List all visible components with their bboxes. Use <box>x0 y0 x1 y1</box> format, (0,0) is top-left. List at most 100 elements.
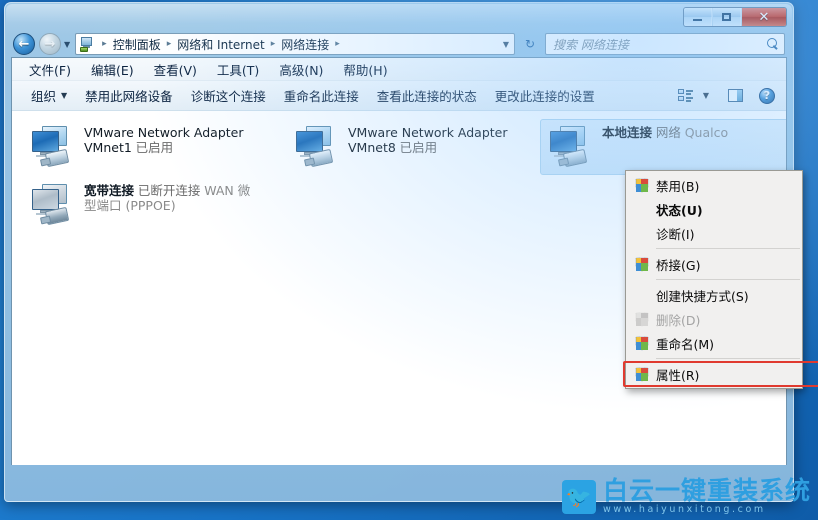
monitor-front-shape <box>32 131 59 152</box>
breadcrumb-separator-icon: ▸ <box>270 39 276 49</box>
view-icon-line <box>685 93 691 95</box>
context-menu-separator <box>656 358 800 359</box>
context-menu-item-rename[interactable]: 重命名(M) <box>626 331 802 355</box>
shield-icon <box>635 335 649 351</box>
context-menu-label: 删除(D) <box>656 312 701 328</box>
context-menu: 禁用(B) 状态(U) 诊断(I) 桥接(G) 创建快捷方式(S) 删除(D) … <box>623 170 818 389</box>
desktop-background: ✕ ← → ▼ ▸ 控制面板 ▸ 网络和 Internet ▸ 网络连接 ▸ ▼… <box>0 0 818 520</box>
menu-file[interactable]: 文件(F) <box>22 58 78 81</box>
breadcrumb-chevron-down-icon[interactable]: ▼ <box>503 40 509 49</box>
view-icon-square-top <box>677 89 684 94</box>
forward-button[interactable]: → <box>39 33 61 55</box>
list-item-text: 本地连接 网络 Qualco <box>602 124 784 140</box>
control-panel-icon <box>79 36 95 52</box>
shield-icon <box>635 311 649 327</box>
show-preview-pane-button[interactable] <box>722 85 748 107</box>
context-menu-separator <box>656 248 800 249</box>
list-item-text: VMware Network Adapter VMnet8 已启用 <box>348 124 522 155</box>
context-menu-label: 状态(U) <box>656 202 703 218</box>
network-adapter-icon <box>292 124 344 170</box>
title-bar: ✕ <box>11 3 787 31</box>
menu-icon-gutter <box>628 366 656 382</box>
breadcrumb-separator-icon: ▸ <box>335 39 340 49</box>
help-icon: ? <box>759 87 775 104</box>
list-item-selected[interactable]: 本地连接 网络 Qualco <box>540 119 786 175</box>
breadcrumb-item-network-internet[interactable]: 网络和 Internet <box>176 36 265 53</box>
menu-edit[interactable]: 编辑(E) <box>84 58 141 81</box>
list-item[interactable]: VMware Network Adapter VMnet8 已启用 <box>286 119 528 175</box>
context-menu-item-disable[interactable]: 禁用(B) <box>626 173 802 197</box>
shield-icon <box>635 177 649 193</box>
forward-arrow-icon: → <box>44 36 56 52</box>
command-toolbar: 组织 ▼ 禁用此网络设备 诊断这个连接 重命名此连接 查看此连接的状态 更改此连… <box>12 81 786 111</box>
search-icon <box>767 37 780 51</box>
view-status-button[interactable]: 查看此连接的状态 <box>368 83 486 108</box>
search-input[interactable]: 搜索 网络连接 <box>545 33 785 55</box>
menu-icon-gutter <box>628 256 656 272</box>
network-plug-icon <box>308 148 334 168</box>
context-menu-item-properties[interactable]: 属性(R) <box>623 361 818 387</box>
crumb-plug-shape <box>80 47 89 52</box>
minimize-icon <box>693 19 702 21</box>
menu-view[interactable]: 查看(V) <box>147 58 204 81</box>
change-settings-button[interactable]: 更改此连接的设置 <box>486 83 604 108</box>
connection-status: 已启用 <box>135 140 174 155</box>
context-menu-separator <box>656 279 800 280</box>
view-icon-square-bottom <box>677 96 684 101</box>
context-menu-label: 属性(R) <box>656 367 700 383</box>
change-view-button[interactable] <box>672 85 698 107</box>
breadcrumb-item-network-connections[interactable]: 网络连接 <box>280 36 330 53</box>
breadcrumb[interactable]: ▸ 控制面板 ▸ 网络和 Internet ▸ 网络连接 ▸ ▼ <box>75 33 515 55</box>
connection-status: 网络 <box>655 125 681 140</box>
list-item-text: 宽带连接 已断开连接 WAN 微型端口 (PPPOE) <box>84 182 258 213</box>
network-plug-icon <box>44 148 70 168</box>
network-adapter-icon <box>28 124 80 170</box>
change-view-dropdown[interactable]: ▼ <box>698 85 714 107</box>
breadcrumb-item-control-panel[interactable]: 控制面板 <box>112 36 162 53</box>
organize-button[interactable]: 组织 ▼ <box>22 83 76 108</box>
view-icon-line <box>685 90 693 92</box>
breadcrumb-separator-icon: ▸ <box>102 39 107 49</box>
list-item[interactable]: 宽带连接 已断开连接 WAN 微型端口 (PPPOE) <box>22 177 264 233</box>
context-menu-label: 桥接(G) <box>656 257 701 273</box>
context-menu-item-status[interactable]: 状态(U) <box>626 197 802 221</box>
broadband-adapter-icon <box>28 182 80 228</box>
diagnose-connection-button[interactable]: 诊断这个连接 <box>182 83 275 108</box>
rename-connection-button[interactable]: 重命名此连接 <box>275 83 368 108</box>
context-menu-item-create-shortcut[interactable]: 创建快捷方式(S) <box>626 283 802 307</box>
menu-bar: 文件(F) 编辑(E) 查看(V) 工具(T) 高级(N) 帮助(H) <box>12 58 786 81</box>
menu-tools[interactable]: 工具(T) <box>210 58 266 81</box>
recent-pages-chevron-down-icon[interactable]: ▼ <box>64 40 70 49</box>
context-menu-label: 诊断(I) <box>656 226 695 242</box>
maximize-button[interactable] <box>713 8 741 26</box>
chevron-down-icon: ▼ <box>61 91 68 100</box>
connection-status: 已断开连接 <box>137 183 201 198</box>
connection-status: 已启用 <box>399 140 438 155</box>
context-menu-item-delete: 删除(D) <box>626 307 802 331</box>
refresh-button[interactable]: ↻ <box>519 33 541 55</box>
context-menu-item-bridge[interactable]: 桥接(G) <box>626 252 802 276</box>
context-menu-label: 创建快捷方式(S) <box>656 288 749 304</box>
disable-device-button[interactable]: 禁用此网络设备 <box>76 83 182 108</box>
shield-icon <box>635 256 649 272</box>
monitor-front-shape <box>32 189 59 210</box>
context-menu-item-diagnose[interactable]: 诊断(I) <box>626 221 802 245</box>
list-item[interactable]: VMware Network Adapter VMnet1 已启用 <box>22 119 264 175</box>
close-button[interactable]: ✕ <box>742 8 786 26</box>
menu-icon-gutter <box>628 177 656 193</box>
address-bar-row: ← → ▼ ▸ 控制面板 ▸ 网络和 Internet ▸ 网络连接 ▸ ▼ ↻ <box>11 31 787 57</box>
monitor-front-shape <box>550 131 577 152</box>
minimize-button[interactable] <box>684 8 712 26</box>
connection-device: Qualco <box>684 125 729 140</box>
monitor-front-shape <box>296 131 323 152</box>
shield-icon <box>635 366 649 382</box>
menu-help[interactable]: 帮助(H) <box>336 58 394 81</box>
help-button[interactable]: ? <box>754 85 780 107</box>
network-plug-icon <box>562 148 588 168</box>
preview-pane-icon <box>727 89 743 102</box>
refresh-icon: ↻ <box>524 37 536 51</box>
organize-label: 组织 <box>31 89 57 104</box>
back-button[interactable]: ← <box>13 33 35 55</box>
menu-icon-gutter <box>628 335 656 351</box>
menu-advanced[interactable]: 高级(N) <box>272 58 330 81</box>
